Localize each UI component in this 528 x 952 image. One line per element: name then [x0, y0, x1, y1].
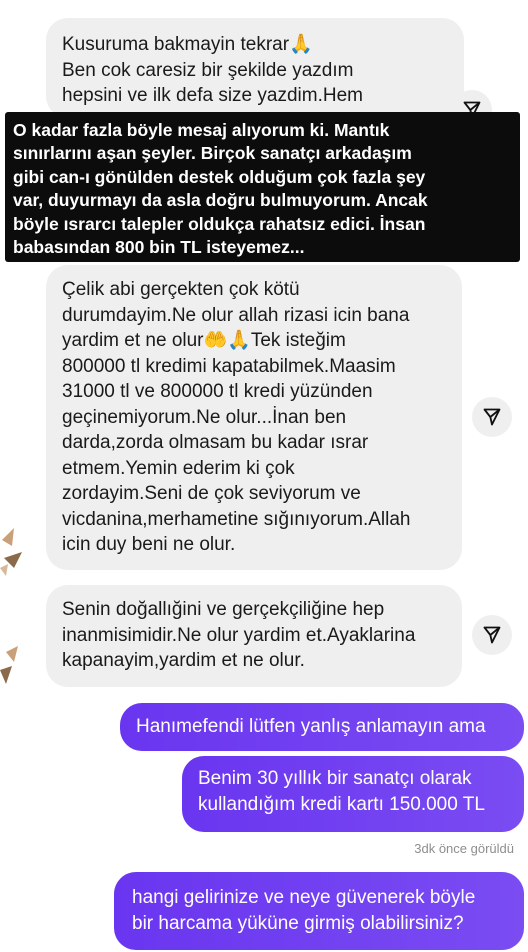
message-line: hangi gelirinize ve neye güvenerek böyle — [132, 887, 476, 908]
paper-plane-icon — [483, 408, 501, 426]
caption-line: gibi can-ı gönülden destek olduğum çok f… — [13, 166, 426, 187]
seen-status: 3dk önce görüldü — [414, 841, 514, 856]
message-line: kapanayim,yardim et ne olur. — [62, 650, 305, 671]
outgoing-message[interactable]: Hanımefendi lütfen yanlış anlamayın ama — [120, 703, 524, 751]
message-line: icin duy beni ne olur. — [62, 534, 236, 555]
message-line: zordayim.Seni de çok seviyorum ve — [62, 483, 361, 504]
message-line: bir harcama yüküne girmiş olabilirsiniz? — [132, 913, 464, 934]
outgoing-message[interactable]: hangi gelirinize ve neye güvenerek böyle… — [114, 872, 524, 950]
decorative-sticker-fragment — [0, 646, 18, 684]
message-line: yardim et ne olur🤲🙏Tek isteğim — [62, 330, 346, 351]
message-line: Kusuruma bakmayin tekrar🙏 — [62, 34, 313, 55]
message-line: darda,zorda olmasam bu kadar ısrar — [62, 432, 369, 453]
caption-line: babasından 800 bin TL isteyemez... — [13, 237, 305, 258]
share-button[interactable] — [472, 615, 512, 655]
caption-overlay: O kadar fazla böyle mesaj alıyorum ki. M… — [5, 112, 520, 262]
message-line: 800000 tl kredimi kapatabilmek.Maasim — [62, 355, 396, 377]
caption-line: var, duyurmayı da asla doğru bulmuyorum.… — [13, 190, 428, 211]
message-line: durumdayim.Ne olur allah rizasi icin ban… — [62, 304, 410, 326]
message-line: Benim 30 yıllık bir sanatçı olarak — [198, 768, 472, 789]
share-button[interactable] — [472, 397, 512, 437]
message-line: vicdanina,merhametine sığınıyorum.Allah — [62, 508, 411, 530]
decorative-sticker-fragment — [0, 528, 22, 576]
caption-line: O kadar fazla böyle mesaj alıyorum ki. M… — [13, 120, 390, 140]
message-line: kullandığım kredi kartı 150.000 TL — [198, 794, 485, 815]
caption-line: böyle ısrarcı talepler oldukça rahatsız … — [13, 213, 426, 234]
incoming-message[interactable]: Senin doğallığini ve gerçekçiliğine hep … — [46, 585, 462, 687]
message-line: Hanımefendi lütfen yanlış anlamayın ama — [136, 716, 486, 737]
incoming-message[interactable]: Çelik abi gerçekten çok kötü durumdayim.… — [46, 265, 462, 570]
caption-line: sınırlarını aşan şeyler. Birçok sanatçı … — [13, 143, 412, 164]
message-line: etmem.Yemin ederim ki çok — [62, 457, 295, 479]
message-line: hepsini ve ilk defa size yazdim.Hem — [62, 85, 363, 106]
paper-plane-icon — [483, 626, 501, 644]
outgoing-message[interactable]: Benim 30 yıllık bir sanatçı olarak kulla… — [182, 756, 524, 832]
message-line: Ben cok caresiz bir şekilde yazdım — [62, 59, 354, 81]
message-line: 31000 tl ve 800000 tl kredi yüzünden — [62, 381, 373, 402]
message-line: Çelik abi gerçekten çok kötü — [62, 279, 300, 300]
message-line: Senin doğallığini ve gerçekçiliğine hep — [62, 599, 385, 620]
message-line: inanmisimidir.Ne olur yardim et.Ayaklari… — [62, 624, 416, 646]
incoming-message[interactable]: Kusuruma bakmayin tekrar🙏 Ben cok caresi… — [46, 18, 464, 118]
message-line: geçinemiyorum.Ne olur...İnan ben — [62, 406, 347, 428]
